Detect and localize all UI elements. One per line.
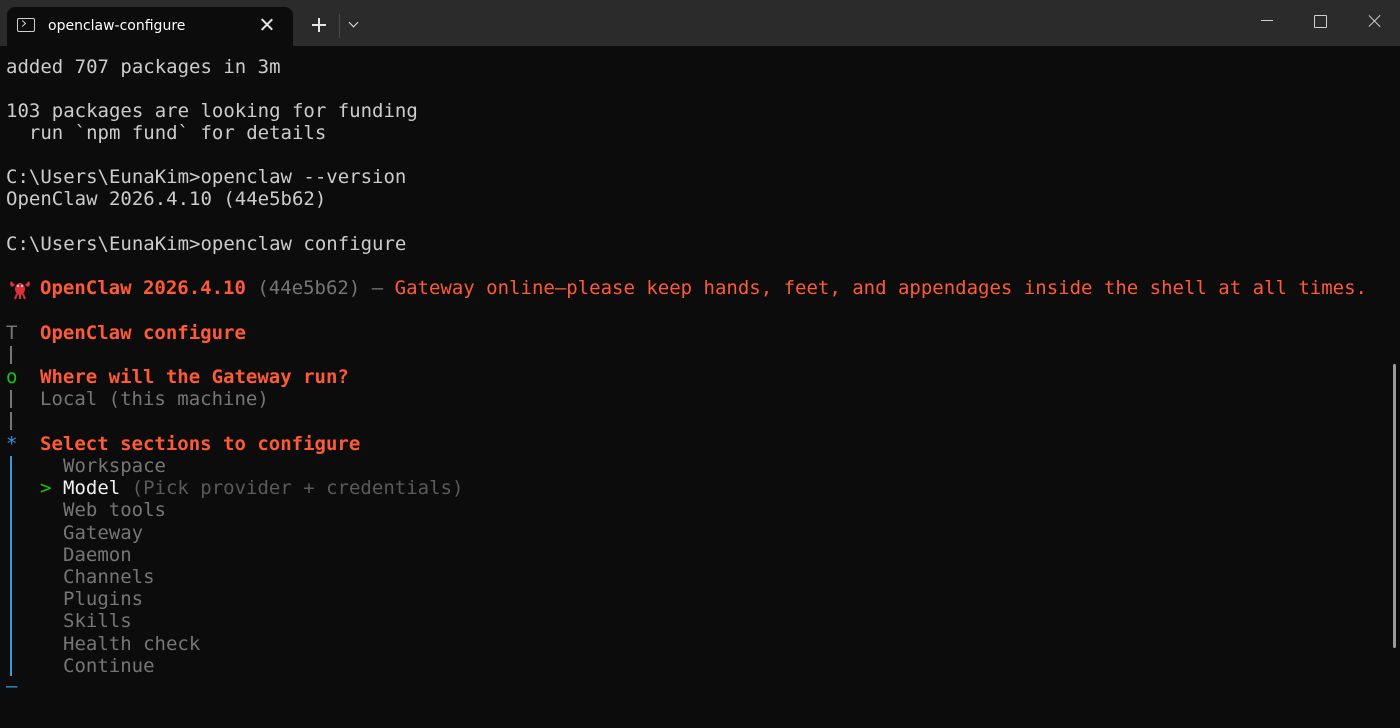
command-line: C:\Users\EunaKim>openclaw configure — [6, 233, 407, 255]
option-channels[interactable]: Channels — [63, 566, 155, 588]
tab-title: openclaw-configure — [48, 18, 186, 34]
new-tab-icon[interactable] — [306, 12, 332, 38]
option-model: Model — [63, 477, 121, 499]
option-plugins[interactable]: Plugins — [63, 588, 143, 610]
maximize-icon[interactable] — [1305, 8, 1335, 34]
scrollbar[interactable] — [1393, 364, 1396, 648]
option-model-selected[interactable]: Model (Pick provider + credentials) — [63, 477, 463, 499]
option-gateway[interactable]: Gateway — [63, 522, 143, 544]
rail-line — [10, 412, 12, 430]
rail-line — [10, 390, 12, 408]
option-continue[interactable]: Continue — [63, 655, 155, 677]
question-gateway: Where will the Gateway run? — [40, 366, 349, 388]
terminal-output[interactable]: added 707 packages in 3m 103 packages ar… — [0, 46, 1400, 728]
option-daemon[interactable]: Daemon — [63, 544, 132, 566]
minimize-icon[interactable] — [1252, 8, 1282, 34]
close-tab-icon[interactable] — [255, 13, 279, 37]
title-bar: openclaw-configure — [0, 0, 1400, 46]
command-line: C:\Users\EunaKim>openclaw --version — [6, 166, 407, 188]
output-line: added 707 packages in 3m — [6, 56, 281, 78]
option-health-check[interactable]: Health check — [63, 633, 200, 655]
output-line: run `npm fund` for details — [6, 122, 327, 144]
done-symbol: o — [6, 366, 18, 388]
close-window-icon[interactable] — [1360, 8, 1390, 34]
option-web-tools[interactable]: Web tools — [63, 499, 166, 521]
output-line: OpenClaw 2026.4.10 (44e5b62) — [6, 188, 327, 210]
terminal-icon — [17, 18, 35, 32]
terminal-tab[interactable]: openclaw-configure — [7, 7, 293, 46]
banner: OpenClaw 2026.4.10 (44e5b62) — Gateway o… — [40, 277, 1367, 299]
banner-tagline: Gateway online—please keep hands, feet, … — [394, 277, 1367, 299]
answer-gateway: Local (this machine) — [40, 388, 269, 410]
option-workspace[interactable]: Workspace — [63, 455, 166, 477]
chevron-down-icon[interactable] — [344, 14, 366, 36]
rail-line — [10, 346, 12, 364]
option-model-hint: (Pick provider + credentials) — [131, 477, 464, 499]
selection-pointer: > — [40, 477, 52, 499]
end-symbol: — — [6, 675, 18, 697]
titlebar-divider — [339, 14, 340, 38]
output-line: 103 packages are looking for funding — [6, 100, 418, 122]
question-sections: Select sections to configure — [40, 433, 361, 455]
active-symbol: * — [6, 433, 18, 455]
banner-version: OpenClaw 2026.4.10 — [40, 277, 246, 299]
lobster-icon — [10, 281, 30, 300]
start-symbol: T — [6, 322, 18, 344]
option-skills[interactable]: Skills — [63, 610, 132, 632]
banner-hash: (44e5b62) — [257, 277, 361, 299]
wizard-title: OpenClaw configure — [40, 322, 246, 344]
banner-dash: — — [371, 277, 384, 299]
active-rail-line — [10, 456, 12, 676]
